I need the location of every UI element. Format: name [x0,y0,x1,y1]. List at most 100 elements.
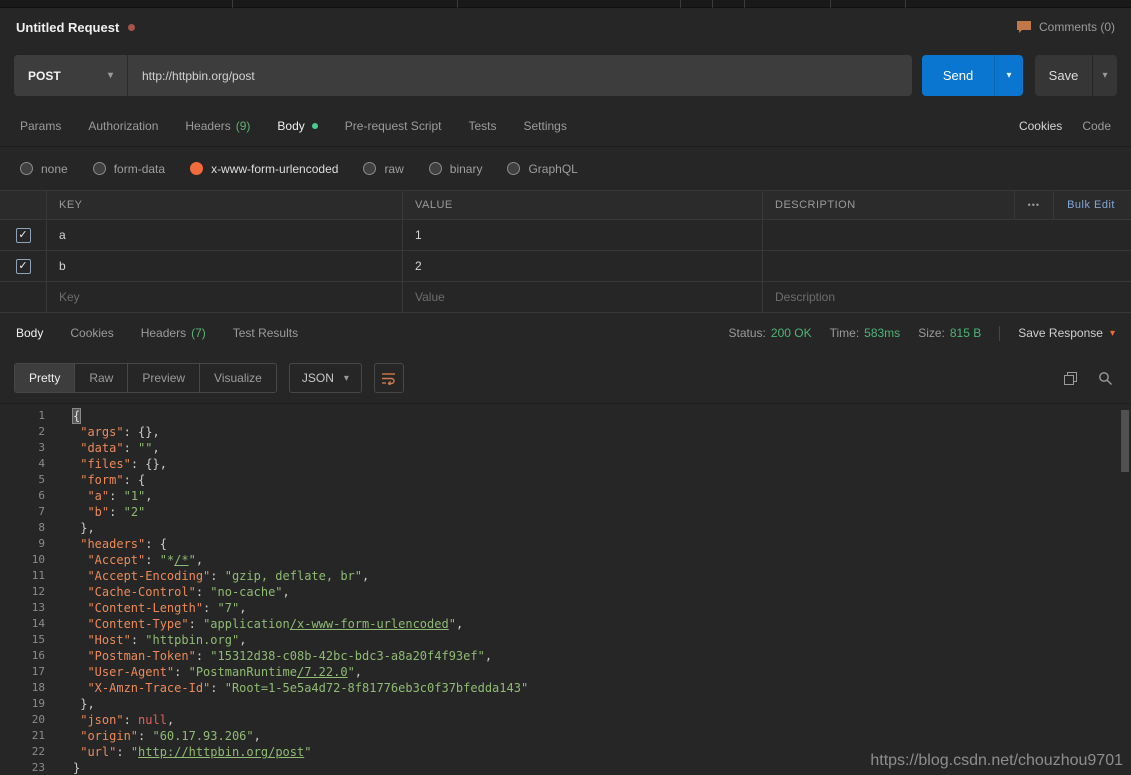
code-line: 21 "origin": "60.17.93.206", [0,728,1131,744]
column-header-description: DESCRIPTION ••• Bulk Edit [762,191,1131,219]
send-options-button[interactable]: ▾ [994,55,1023,96]
request-tab-settings[interactable]: Settings [524,119,567,133]
line-number: 6 [38,489,45,502]
copy-icon [1064,371,1077,385]
body-type-x-www-form-urlencoded[interactable]: x-www-form-urlencoded [190,162,338,176]
line-number: 18 [31,681,45,694]
body-type-label: x-www-form-urlencoded [211,161,339,176]
code-text: "Content-Length": "7", [87,601,247,615]
body-type-none[interactable]: none [20,162,68,176]
copy-button[interactable] [1059,367,1082,390]
radio-icon [190,162,204,175]
response-tab-cookies[interactable]: Cookies [70,326,113,340]
response-tab-headers[interactable]: Headers (7) [141,326,206,340]
wrap-text-icon [382,372,396,385]
response-tab-test-results[interactable]: Test Results [233,326,298,340]
tab-count-badge: (9) [235,118,251,133]
view-mode-raw[interactable]: Raw [75,364,129,392]
search-button[interactable] [1094,367,1117,390]
cookies-link[interactable]: Cookies [1019,119,1062,133]
code-link[interactable]: Code [1082,119,1111,133]
code-text: "User-Agent": "PostmanRuntime/7.22.0", [87,665,363,679]
line-number: 22 [31,745,45,758]
method-select[interactable]: POST ▾ [14,55,128,96]
code-line: 3 "data": "", [0,440,1131,456]
view-mode-visualize[interactable]: Visualize [200,364,276,392]
key-placeholder-cell[interactable]: Key [46,282,402,312]
request-tab-tests[interactable]: Tests [468,119,496,133]
save-options-button[interactable]: ▾ [1092,55,1117,96]
key-cell[interactable]: a [46,220,402,250]
wrap-text-button[interactable] [373,363,404,393]
response-format-select[interactable]: JSON ▾ [288,363,362,393]
checkbox-checked-icon[interactable]: ✓ [15,258,31,274]
code-text: "Host": "httpbin.org", [87,633,247,647]
line-number: 23 [31,761,45,774]
time-value: 583ms [864,326,901,340]
code-line: 16 "Postman-Token": "15312d38-c08b-42bc-… [0,648,1131,664]
value-cell[interactable]: 1 [402,220,762,250]
chevron-down-icon: ▾ [107,70,113,81]
request-tab-params[interactable]: Params [20,119,61,133]
response-toolbar: Pretty Raw Preview Visualize JSON ▾ [0,353,1131,403]
table-row: ✓ a 1 [0,220,1131,251]
body-type-label: none [41,161,68,176]
body-type-label: form-data [113,161,166,176]
bulk-edit-link[interactable]: Bulk Edit [1054,199,1131,211]
unsaved-changes-icon [128,23,136,31]
send-button[interactable]: Send [922,55,994,96]
body-type-label: raw [384,161,404,176]
body-type-raw[interactable]: raw [363,161,404,176]
save-response-button[interactable]: Save Response ▾ [1018,326,1115,340]
code-text: { [71,408,82,424]
code-line: 1{ [0,408,1131,424]
description-cell[interactable] [762,220,1131,250]
request-url-bar: POST ▾ Send ▾ Save ▾ [0,46,1131,105]
request-tabs-row: Params Authorization Headers (9) Body Pre-req… [0,105,1131,147]
body-type-form-data[interactable]: form-data [92,161,166,176]
key-cell[interactable]: b [46,251,402,281]
request-title: Untitled Request [16,19,120,35]
code-text: "X-Amzn-Trace-Id": "Root=1-5e5a4d72-8f81… [87,681,529,695]
chevron-down-icon: ▾ [343,372,349,384]
description-placeholder-cell[interactable]: Description [762,282,1131,312]
description-cell[interactable] [762,251,1131,281]
url-input[interactable] [128,55,912,96]
request-title-bar: Untitled Request Comments (0) [0,8,1131,46]
code-line: 5 "form": { [0,472,1131,488]
value-placeholder-cell[interactable]: Value [402,282,762,312]
body-type-binary[interactable]: binary [428,161,483,176]
request-tab-authorization[interactable]: Authorization [88,119,158,133]
code-line: 8 }, [0,520,1131,536]
body-type-label: binary [449,161,483,176]
response-tab-body[interactable]: Body [16,326,43,340]
urlencoded-params-table: KEY VALUE DESCRIPTION ••• Bulk Edit ✓ a 1 ✓ b 2 Key… [0,190,1131,313]
code-text: "Cache-Control": "no-cache", [87,585,290,599]
view-mode-preview[interactable]: Preview [128,364,201,392]
line-number: 10 [31,553,45,566]
code-line: 15 "Host": "httpbin.org", [0,632,1131,648]
status-value: 200 OK [770,326,812,340]
comments-label: Comments (0) [1038,20,1115,34]
body-set-dot-icon [311,122,318,129]
request-tab-headers[interactable]: Headers (9) [185,119,250,133]
view-mode-pretty[interactable]: Pretty [15,364,76,392]
line-number: 17 [31,665,45,678]
code-text: "a": "1", [87,489,153,503]
more-options-icon[interactable]: ••• [1013,191,1055,219]
table-row: ✓ b 2 [0,251,1131,282]
line-number: 13 [31,601,45,614]
request-tab-body[interactable]: Body [277,119,318,133]
save-button[interactable]: Save [1035,55,1092,96]
line-number: 8 [38,521,45,534]
body-type-graphql[interactable]: GraphQL [507,162,578,176]
scrollbar-thumb[interactable] [1121,410,1129,472]
comments-button[interactable]: Comments (0) [1016,20,1115,34]
workspace-tab-bar [0,0,1131,8]
divider [999,325,1001,341]
line-number: 2 [38,425,45,438]
request-tab-pre-request-script[interactable]: Pre-request Script [345,119,442,133]
checkbox-checked-icon[interactable]: ✓ [15,227,31,243]
value-cell[interactable]: 2 [402,251,762,281]
code-text: "json": null, [80,713,175,727]
